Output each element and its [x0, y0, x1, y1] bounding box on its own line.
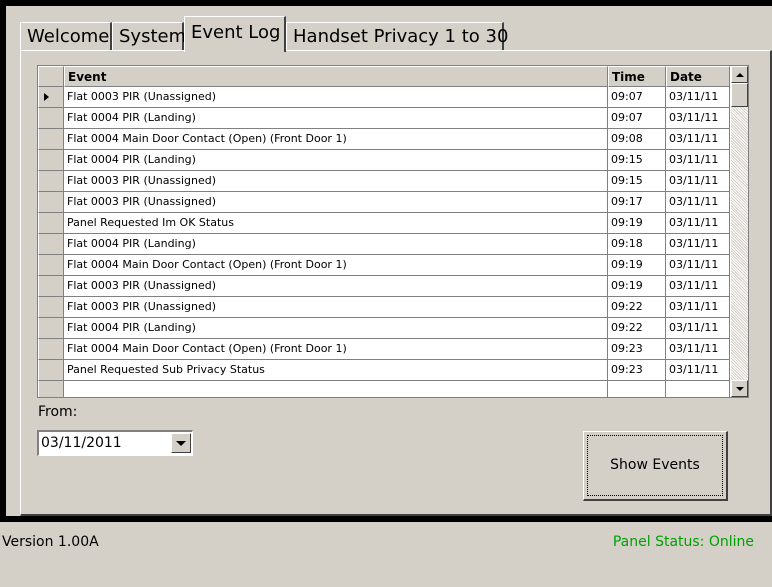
scroll-thumb[interactable]: [731, 83, 748, 107]
chevron-down-icon: [176, 441, 186, 446]
scroll-down-button[interactable]: [731, 380, 748, 397]
row-selector[interactable]: [38, 318, 64, 339]
date-cell[interactable]: 03/11/11: [666, 297, 730, 318]
event-cell[interactable]: [64, 381, 608, 397]
event-cell[interactable]: Flat 0003 PIR (Unassigned): [64, 171, 608, 192]
vertical-scrollbar[interactable]: [731, 66, 748, 397]
scroll-up-button[interactable]: [731, 66, 748, 83]
header-time[interactable]: Time: [608, 66, 666, 87]
time-cell[interactable]: 09:19: [608, 276, 666, 297]
date-cell[interactable]: 03/11/11: [666, 150, 730, 171]
date-cell[interactable]: 03/11/11: [666, 360, 730, 381]
row-selector[interactable]: [38, 150, 64, 171]
tab-system[interactable]: System: [112, 22, 186, 50]
date-cell[interactable]: 03/11/11: [666, 213, 730, 234]
row-selector[interactable]: [38, 87, 64, 108]
event-cell[interactable]: Flat 0004 PIR (Landing): [64, 318, 608, 339]
current-row-icon: [44, 93, 49, 101]
row-selector[interactable]: [38, 255, 64, 276]
event-cell[interactable]: Flat 0003 PIR (Unassigned): [64, 192, 608, 213]
header-event[interactable]: Event: [64, 66, 608, 87]
time-cell[interactable]: 09:22: [608, 297, 666, 318]
date-cell[interactable]: 03/11/11: [666, 192, 730, 213]
tab-panel: Welcome System Event Log Handset Privacy…: [6, 6, 772, 516]
event-cell[interactable]: Flat 0004 Main Door Contact (Open) (Fron…: [64, 129, 608, 150]
event-cell[interactable]: Flat 0003 PIR (Unassigned): [64, 276, 608, 297]
event-cell[interactable]: Flat 0004 Main Door Contact (Open) (Fron…: [64, 255, 608, 276]
row-selector[interactable]: [38, 360, 64, 381]
date-cell[interactable]: 03/11/11: [666, 276, 730, 297]
show-events-button[interactable]: Show Events: [583, 431, 728, 501]
date-cell[interactable]: 03/11/11: [666, 87, 730, 108]
event-cell[interactable]: Flat 0004 PIR (Landing): [64, 108, 608, 129]
row-selector[interactable]: [38, 171, 64, 192]
date-cell[interactable]: 03/11/11: [666, 255, 730, 276]
event-cell[interactable]: Flat 0004 PIR (Landing): [64, 150, 608, 171]
panel-status: Panel Status: Online: [612, 534, 754, 550]
time-cell[interactable]: 09:22: [608, 318, 666, 339]
from-date-value[interactable]: 03/11/2011: [41, 435, 122, 451]
focus-rectangle: [587, 435, 723, 496]
time-cell[interactable]: 09:08: [608, 129, 666, 150]
date-dropdown-button[interactable]: [171, 433, 191, 453]
time-cell[interactable]: 09:15: [608, 171, 666, 192]
row-selector[interactable]: [38, 276, 64, 297]
time-cell[interactable]: 09:19: [608, 255, 666, 276]
row-selector[interactable]: [38, 339, 64, 360]
date-cell[interactable]: 03/11/11: [666, 171, 730, 192]
event-grid[interactable]: Event Time Date Flat 0003 PIR (Unassigne…: [37, 65, 749, 398]
event-cell[interactable]: Flat 0003 PIR (Unassigned): [64, 297, 608, 318]
date-cell[interactable]: 03/11/11: [666, 108, 730, 129]
version-label: Version 1.00A: [2, 534, 99, 550]
time-cell[interactable]: 09:23: [608, 339, 666, 360]
date-cell[interactable]: 03/11/11: [666, 339, 730, 360]
tab-welcome[interactable]: Welcome: [20, 22, 112, 50]
time-cell[interactable]: 09:19: [608, 213, 666, 234]
from-date-combo[interactable]: 03/11/2011: [37, 430, 193, 456]
row-selector[interactable]: [38, 297, 64, 318]
row-selector[interactable]: [38, 381, 64, 397]
row-selector[interactable]: [38, 108, 64, 129]
row-selector[interactable]: [38, 213, 64, 234]
arrow-up-icon: [736, 73, 744, 77]
event-cell[interactable]: Flat 0004 Main Door Contact (Open) (Fron…: [64, 339, 608, 360]
header-date[interactable]: Date: [666, 66, 730, 87]
row-selector[interactable]: [38, 234, 64, 255]
time-cell[interactable]: 09:18: [608, 234, 666, 255]
event-cell[interactable]: Flat 0003 PIR (Unassigned): [64, 87, 608, 108]
time-cell[interactable]: [608, 381, 666, 397]
time-cell[interactable]: 09:23: [608, 360, 666, 381]
date-cell[interactable]: [666, 381, 730, 397]
date-cell[interactable]: 03/11/11: [666, 318, 730, 339]
event-cell[interactable]: Flat 0004 PIR (Landing): [64, 234, 608, 255]
time-cell[interactable]: 09:17: [608, 192, 666, 213]
from-label: From:: [38, 404, 78, 420]
event-cell[interactable]: Panel Requested Sub Privacy Status: [64, 360, 608, 381]
main-frame: Welcome System Event Log Handset Privacy…: [0, 0, 772, 522]
time-cell[interactable]: 09:07: [608, 108, 666, 129]
header-selector: [38, 66, 64, 87]
date-cell[interactable]: 03/11/11: [666, 234, 730, 255]
time-cell[interactable]: 09:15: [608, 150, 666, 171]
row-selector[interactable]: [38, 129, 64, 150]
arrow-down-icon: [736, 387, 744, 391]
date-cell[interactable]: 03/11/11: [666, 129, 730, 150]
event-cell[interactable]: Panel Requested Im OK Status: [64, 213, 608, 234]
tab-event-log[interactable]: Event Log: [184, 16, 286, 52]
tab-handset-privacy[interactable]: Handset Privacy 1 to 30: [286, 22, 508, 50]
time-cell[interactable]: 09:07: [608, 87, 666, 108]
row-selector[interactable]: [38, 192, 64, 213]
